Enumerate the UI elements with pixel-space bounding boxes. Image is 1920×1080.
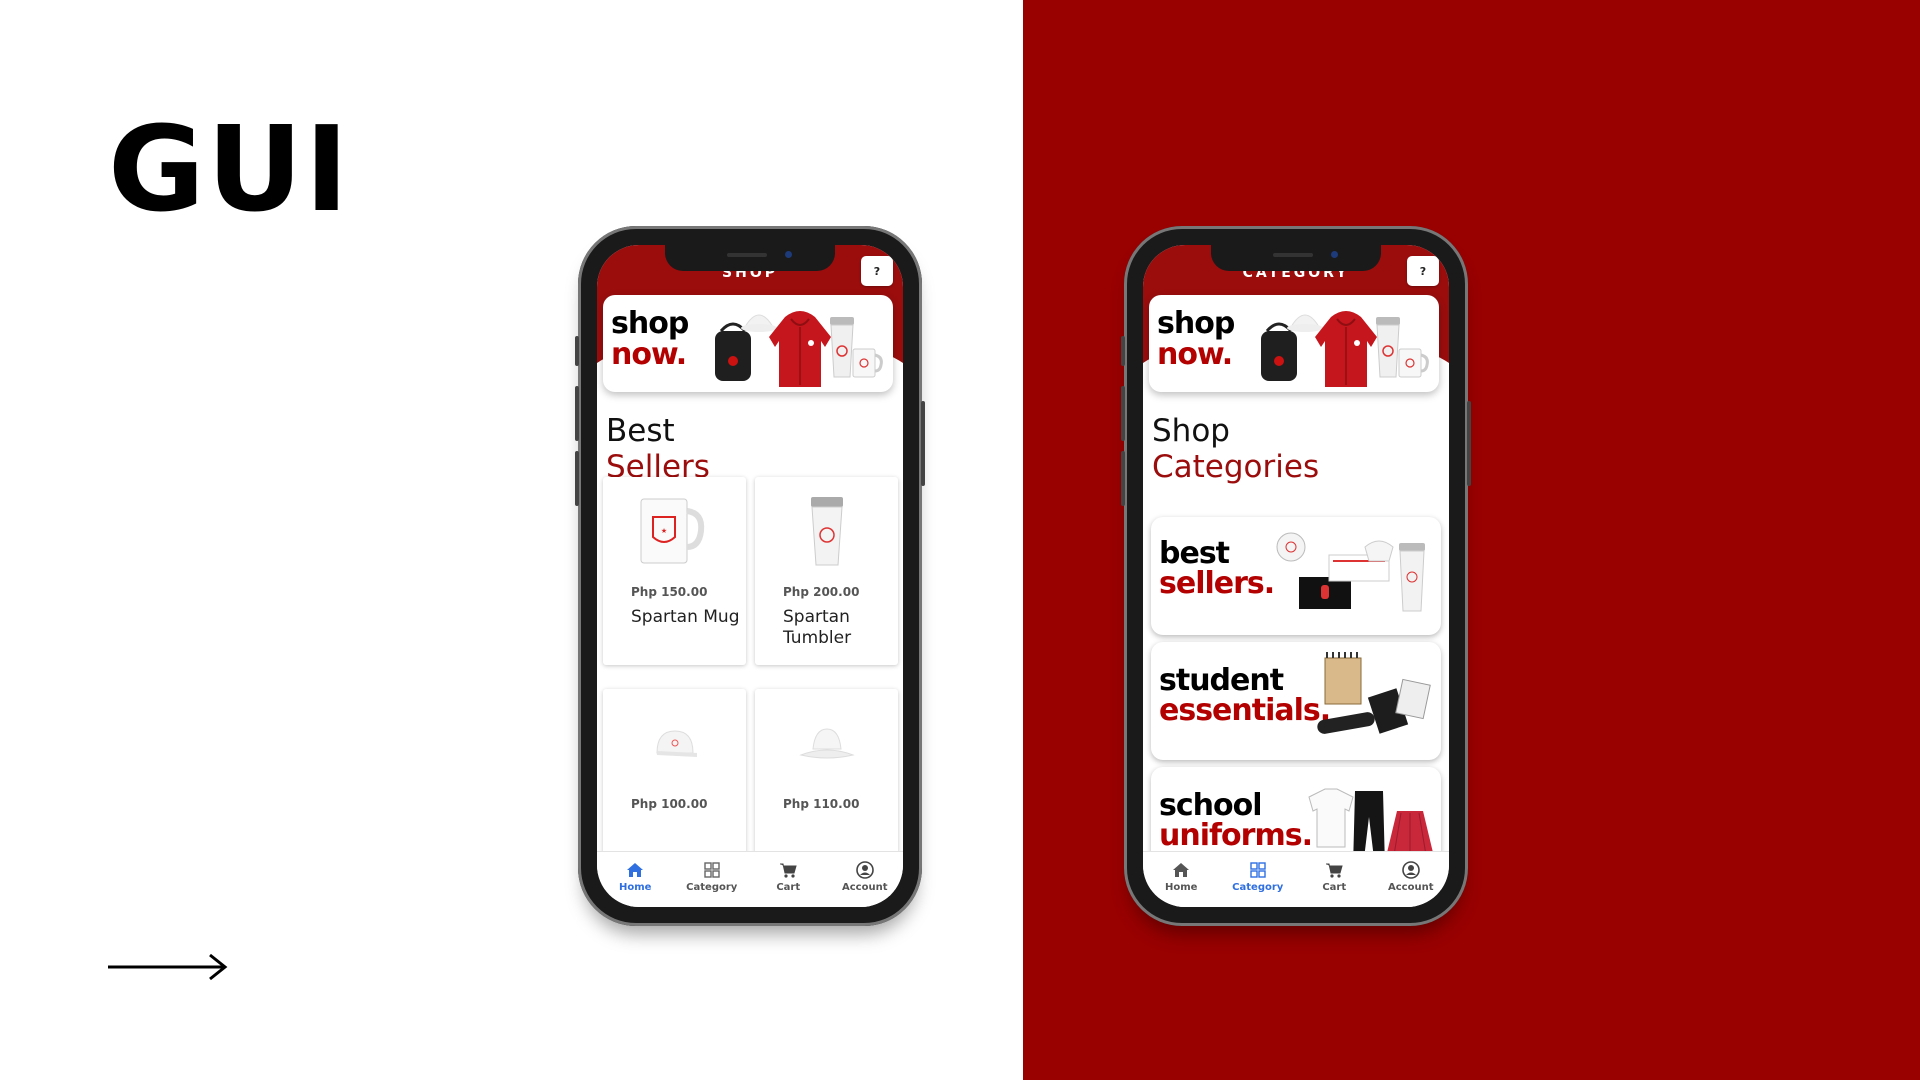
tab-cart[interactable]: Cart — [753, 860, 823, 893]
category-line1: school — [1159, 788, 1263, 823]
category-card-student-essentials[interactable]: student essentials. — [1151, 642, 1441, 760]
product-card-spartan-mug[interactable]: ★ Php 150.00 Spartan Mug — [603, 477, 746, 665]
section-title-line1: Shop — [1152, 413, 1230, 449]
tab-account[interactable]: Account — [830, 860, 900, 893]
home-icon — [627, 863, 644, 877]
bottom-tab-bar: Home Category Cart Account — [1143, 851, 1449, 907]
bottom-tab-bar: Home Category Cart Account — [597, 851, 903, 907]
tumbler-icon — [811, 497, 843, 566]
banner-line2: now. — [1157, 337, 1233, 372]
product-name: Spartan Tumbler — [783, 607, 852, 648]
category-screen: CATEGORY ? shop now. Shop Categories bes… — [1143, 245, 1449, 907]
account-icon — [1401, 861, 1420, 879]
category-line2: uniforms. — [1159, 818, 1313, 853]
product-price: Php 150.00 — [631, 585, 708, 599]
category-line2: essentials. — [1159, 693, 1331, 728]
cap-icon — [656, 730, 697, 757]
tab-home[interactable]: Home — [600, 860, 670, 893]
section-title: Shop Categories — [1152, 413, 1319, 485]
home-icon — [1173, 863, 1190, 877]
tab-label: Home — [1165, 882, 1198, 893]
section-title-line1: Best — [606, 413, 675, 449]
tab-label: Category — [1232, 882, 1284, 893]
tab-label: Cart — [776, 882, 801, 893]
product-card-cap[interactable]: Php 100.00 — [603, 689, 746, 877]
product-price: Php 100.00 — [631, 797, 708, 811]
mug-icon — [852, 348, 883, 378]
product-card-spartan-tumbler[interactable]: Php 200.00 Spartan Tumbler — [755, 477, 898, 665]
product-card-bucket-hat[interactable]: Php 110.00 — [755, 689, 898, 877]
tab-label: Account — [842, 882, 888, 893]
tab-category[interactable]: Category — [1223, 860, 1293, 893]
grid-icon — [704, 862, 720, 878]
arrow-right-icon — [108, 953, 228, 981]
tab-label: Home — [619, 882, 652, 893]
section-title-line2: Categories — [1152, 449, 1320, 485]
product-name: Spartan Mug — [631, 607, 740, 627]
mug-icon: ★ — [640, 498, 705, 564]
grid-icon — [1250, 862, 1266, 878]
tab-cart[interactable]: Cart — [1299, 860, 1369, 893]
phone-mockup-category: CATEGORY ? shop now. Shop Categories bes… — [1121, 226, 1471, 926]
bucket-hat-icon — [799, 728, 855, 759]
best-sellers-merch-icon — [1276, 532, 1425, 612]
tab-category[interactable]: Category — [677, 860, 747, 893]
shop-now-banner[interactable]: shop now. — [603, 295, 893, 392]
product-price: Php 110.00 — [783, 797, 860, 811]
category-line1: student — [1159, 663, 1284, 698]
section-title: Best Sellers — [606, 413, 710, 485]
category-card-best-sellers[interactable]: best sellers. — [1151, 517, 1441, 635]
help-button[interactable]: ? — [1407, 256, 1439, 286]
mug-icon — [1398, 348, 1429, 378]
tab-label: Cart — [1322, 882, 1347, 893]
cart-icon — [1326, 863, 1343, 878]
cart-icon — [780, 863, 797, 878]
hoodie-icon — [769, 311, 831, 387]
banner-line1: shop — [611, 306, 689, 341]
account-icon — [855, 861, 874, 879]
svg-text:★: ★ — [661, 527, 667, 535]
hoodie-icon — [1315, 311, 1377, 387]
tab-label: Account — [1388, 882, 1434, 893]
tab-account[interactable]: Account — [1376, 860, 1446, 893]
phone-notch — [665, 245, 835, 271]
shop-screen: SHOP ? shop now. Best Sellers ★ Php 150.… — [597, 245, 903, 907]
banner-line2: now. — [611, 337, 687, 372]
phone-notch — [1211, 245, 1381, 271]
phone-mockup-shop: SHOP ? shop now. Best Sellers ★ Php 150.… — [575, 226, 925, 926]
slide-title: GUI — [108, 100, 351, 238]
help-button[interactable]: ? — [861, 256, 893, 286]
category-line1: best — [1159, 536, 1230, 571]
category-line2: sellers. — [1159, 566, 1275, 601]
tab-label: Category — [686, 882, 738, 893]
shop-now-banner[interactable]: shop now. — [1149, 295, 1439, 392]
product-price: Php 200.00 — [783, 585, 860, 599]
banner-line1: shop — [1157, 306, 1235, 341]
student-essentials-icon — [1317, 652, 1431, 734]
tab-home[interactable]: Home — [1146, 860, 1216, 893]
